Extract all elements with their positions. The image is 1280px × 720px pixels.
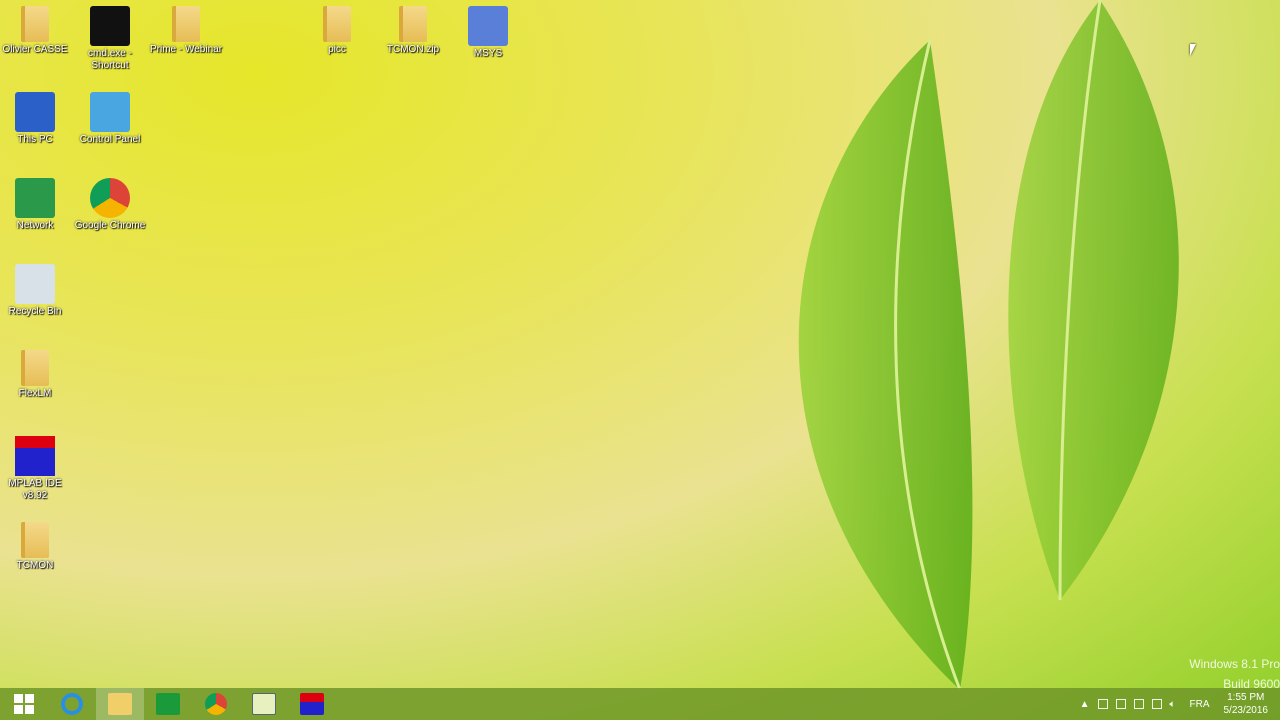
icon-label: Recycle Bin bbox=[8, 306, 62, 317]
chrome-icon bbox=[90, 178, 130, 218]
folder-icon bbox=[21, 522, 49, 558]
icon-label: Olivier CASSE bbox=[2, 44, 68, 55]
chrome-icon bbox=[205, 693, 227, 715]
desktop-icon-recycle-bin[interactable]: Recycle Bin bbox=[0, 264, 73, 318]
icon-label: picc bbox=[328, 44, 346, 55]
desktop-icon-picc[interactable]: picc bbox=[299, 6, 375, 56]
taskbar-chrome[interactable] bbox=[192, 688, 240, 720]
desktop-icon-cmd-exe-shortcut[interactable]: cmd.exe - Shortcut bbox=[72, 6, 148, 72]
folder-icon bbox=[323, 6, 351, 42]
windows-icon[interactable] bbox=[1115, 699, 1126, 709]
icon-label: Network bbox=[16, 220, 54, 231]
windows-logo-icon bbox=[14, 694, 34, 714]
clock-date: 5/23/2016 bbox=[1223, 705, 1269, 716]
action-center-flag-icon[interactable] bbox=[1097, 699, 1108, 709]
power-icon[interactable] bbox=[1133, 699, 1144, 709]
folder-icon bbox=[108, 693, 132, 715]
icon-label: MPLAB IDE v8.92 bbox=[8, 478, 62, 501]
mouse-cursor-icon bbox=[1190, 44, 1196, 56]
desktop-icon-network[interactable]: Network bbox=[0, 178, 73, 232]
msys-icon bbox=[468, 6, 508, 46]
icon-label: Control Panel bbox=[79, 134, 141, 145]
desktop-icon-mplab-ide-v8-92[interactable]: MPLAB IDE v8.92 bbox=[0, 436, 73, 502]
icon-label: FlexLM bbox=[18, 388, 52, 399]
start-button[interactable] bbox=[0, 688, 48, 720]
icon-label: TCMON bbox=[16, 560, 54, 571]
taskbar: ▲ 🔈︎ FRA 1:55 PM 5/23/2016 bbox=[0, 688, 1280, 720]
control-panel-icon bbox=[90, 92, 130, 132]
taskbar-store[interactable] bbox=[144, 688, 192, 720]
icon-label: Prime - Webinar bbox=[149, 44, 223, 55]
icon-label: MSYS bbox=[473, 48, 503, 59]
icon-label: Google Chrome bbox=[74, 220, 146, 231]
desktop-icon-tcmon[interactable]: TCMON bbox=[0, 522, 73, 572]
cmd-icon bbox=[90, 6, 130, 46]
edition-text: Windows 8.1 Pro bbox=[1189, 657, 1280, 671]
network-icon bbox=[15, 178, 55, 218]
desktop-icon-tcmon-zip[interactable]: TCMON.zip bbox=[375, 6, 451, 56]
icon-label: cmd.exe - Shortcut bbox=[88, 48, 132, 71]
clock[interactable]: 1:55 PM 5/23/2016 bbox=[1224, 691, 1269, 717]
folder-icon bbox=[172, 6, 200, 42]
mplab-icon bbox=[300, 693, 324, 715]
desktop-icon-google-chrome[interactable]: Google Chrome bbox=[72, 178, 148, 232]
user-folder-icon bbox=[21, 6, 49, 42]
taskbar-file-explorer[interactable] bbox=[96, 688, 144, 720]
internet-explorer-icon bbox=[61, 693, 83, 715]
desktop-icon-olivier-casse[interactable]: Olivier CASSE bbox=[0, 6, 73, 56]
mplab-icon bbox=[15, 436, 55, 476]
folder-icon bbox=[21, 350, 49, 386]
icon-label: This PC bbox=[17, 134, 53, 145]
wallpaper-leaves bbox=[798, 0, 1179, 691]
desktop-icon-prime-webinar[interactable]: Prime - Webinar bbox=[148, 6, 224, 56]
desktop-icon-flexlm[interactable]: FlexLM bbox=[0, 350, 73, 400]
app-icon bbox=[252, 693, 276, 715]
volume-icon[interactable]: 🔈︎ bbox=[1170, 699, 1176, 710]
system-tray: ▲ 🔈︎ FRA 1:55 PM 5/23/2016 bbox=[1080, 688, 1280, 720]
desktop-icon-this-pc[interactable]: This PC bbox=[0, 92, 73, 146]
network-icon[interactable] bbox=[1151, 699, 1162, 709]
zip-folder-icon bbox=[399, 6, 427, 42]
taskbar-mplab[interactable] bbox=[288, 688, 336, 720]
recycle-bin-icon bbox=[15, 264, 55, 304]
language-indicator[interactable]: FRA bbox=[1190, 699, 1210, 710]
taskbar-app[interactable] bbox=[240, 688, 288, 720]
clock-time: 1:55 PM bbox=[1227, 692, 1265, 703]
show-hidden-icons-chevron-icon[interactable]: ▲ bbox=[1080, 699, 1090, 710]
store-icon bbox=[156, 693, 180, 715]
taskbar-internet-explorer[interactable] bbox=[48, 688, 96, 720]
computer-icon bbox=[15, 92, 55, 132]
desktop-icon-msys[interactable]: MSYS bbox=[450, 6, 526, 60]
desktop-icon-control-panel[interactable]: Control Panel bbox=[72, 92, 148, 146]
icon-label: TCMON.zip bbox=[386, 44, 440, 55]
